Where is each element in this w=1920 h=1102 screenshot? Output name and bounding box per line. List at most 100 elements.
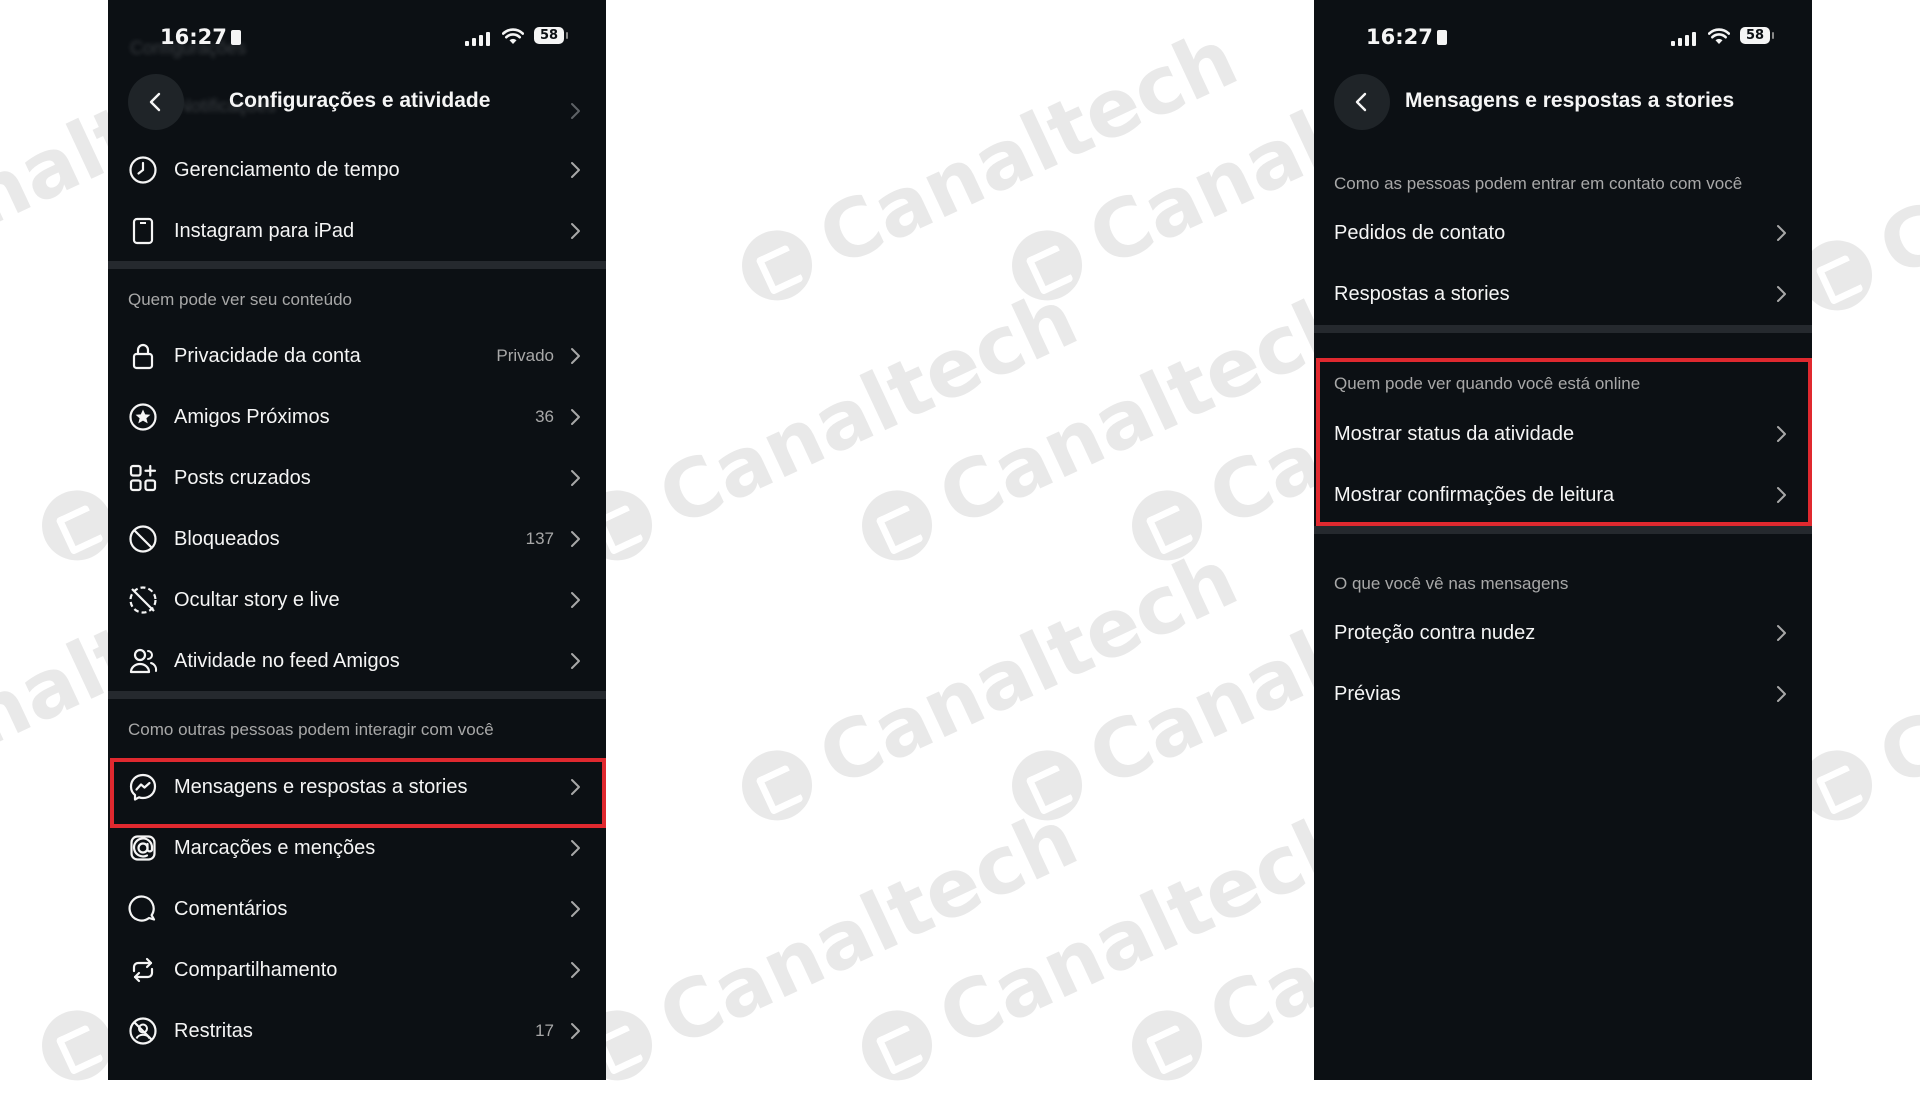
settings-item-label: Proteção contra nudez xyxy=(1334,621,1536,644)
chevron-left-icon xyxy=(149,92,161,112)
lock-icon xyxy=(128,341,158,371)
watermark: Canaltech xyxy=(565,791,1090,1102)
chevron-right-icon xyxy=(571,531,580,547)
chevron-right-icon xyxy=(571,653,580,669)
settings-item-label: Atividade no feed Amigos xyxy=(174,649,400,672)
section-divider xyxy=(1314,526,1812,534)
chevron-right-icon xyxy=(571,901,580,917)
settings-item-label: Respostas a stories xyxy=(1334,282,1510,305)
chevron-left-icon xyxy=(1355,92,1367,112)
back-button[interactable] xyxy=(128,74,184,130)
block-icon xyxy=(128,524,158,554)
section-header: Quem pode ver seu conteúdo xyxy=(128,290,352,309)
header: Mensagens e respostas a stories xyxy=(1314,72,1812,132)
settings-item-restricted[interactable]: Restritas 17 xyxy=(108,1001,606,1061)
back-button[interactable] xyxy=(1334,74,1390,130)
grid-plus-icon xyxy=(128,463,158,493)
messages-settings-screen: 16:27 58 Mensagens e respostas a stories… xyxy=(1314,0,1812,1080)
at-icon xyxy=(128,833,158,863)
settings-item-hide-story[interactable]: Ocultar story e live xyxy=(108,570,606,630)
wifi-icon xyxy=(1708,28,1730,45)
settings-item-value: 137 xyxy=(525,529,554,548)
settings-item-nudity-protection[interactable]: Proteção contra nudez xyxy=(1314,603,1812,663)
chevron-right-icon xyxy=(571,162,580,178)
header: Configurações e atividade xyxy=(108,72,606,132)
highlight-box xyxy=(1316,358,1812,526)
settings-item-friends-feed[interactable]: Atividade no feed Amigos xyxy=(108,631,606,691)
settings-item-ipad[interactable]: Instagram para iPad xyxy=(108,201,606,261)
settings-item-label: Posts cruzados xyxy=(174,466,311,489)
page-title: Mensagens e respostas a stories xyxy=(1405,89,1735,112)
hide-story-icon xyxy=(128,585,158,615)
chevron-right-icon xyxy=(571,409,580,425)
chevron-right-icon xyxy=(571,1023,580,1039)
chevron-right-icon xyxy=(571,348,580,364)
comment-icon xyxy=(128,894,158,924)
settings-screen: Configurações Notificações 16:27 58 Conf… xyxy=(108,0,606,1080)
restrict-icon xyxy=(128,1016,158,1046)
settings-item-value: 17 xyxy=(535,1021,554,1040)
chevron-right-icon xyxy=(1777,225,1786,241)
settings-item-tags-mentions[interactable]: Marcações e menções xyxy=(108,818,606,878)
settings-item-label: Instagram para iPad xyxy=(174,219,355,242)
people-icon xyxy=(128,646,158,676)
watermark: Canaltech xyxy=(845,271,1370,582)
settings-item-value: 36 xyxy=(535,407,554,426)
section-divider xyxy=(108,261,606,269)
chevron-right-icon xyxy=(571,592,580,608)
settings-item-label: Privacidade da conta xyxy=(174,344,361,367)
section-header: O que você vê nas mensagens xyxy=(1334,574,1569,593)
chevron-right-icon xyxy=(1777,686,1786,702)
battery-indicator: 58 xyxy=(1740,27,1774,44)
star-circle-icon xyxy=(128,402,158,432)
watermark: Canaltech xyxy=(845,791,1370,1102)
settings-item-account-privacy[interactable]: Privacidade da conta Privado xyxy=(108,326,606,386)
settings-item-close-friends[interactable]: Amigos Próximos 36 xyxy=(108,387,606,447)
chevron-right-icon xyxy=(571,223,580,239)
settings-item-label: Bloqueados xyxy=(174,527,280,550)
settings-item-sharing[interactable]: Compartilhamento xyxy=(108,940,606,1000)
battery-indicator: 58 xyxy=(534,27,568,44)
settings-item-story-replies[interactable]: Respostas a stories xyxy=(1314,264,1812,324)
wifi-icon xyxy=(502,28,524,45)
clock-icon xyxy=(128,155,158,185)
settings-item-label: Comentários xyxy=(174,897,288,920)
settings-item-time-management[interactable]: Gerenciamento de tempo xyxy=(108,140,606,200)
settings-item-label: Restritas xyxy=(174,1019,253,1042)
section-divider xyxy=(1314,325,1812,333)
watermark: Canaltech xyxy=(725,11,1250,322)
settings-item-label: Compartilhamento xyxy=(174,958,338,981)
settings-item-label: Prévias xyxy=(1334,682,1401,705)
chevron-right-icon xyxy=(571,962,580,978)
chevron-right-icon xyxy=(571,840,580,856)
settings-item-label: Pedidos de contato xyxy=(1334,221,1506,244)
settings-item-message-requests[interactable]: Pedidos de contato xyxy=(1314,203,1812,263)
watermark: Canaltech xyxy=(725,531,1250,842)
status-time: 16:27 xyxy=(160,25,241,49)
section-header: Como outras pessoas podem interagir com … xyxy=(128,720,494,739)
signal-icon xyxy=(1671,32,1696,46)
settings-item-label: Ocultar story e live xyxy=(174,588,340,611)
share-icon xyxy=(128,955,158,985)
settings-item-label: Marcações e menções xyxy=(174,836,376,859)
chevron-right-icon xyxy=(1777,286,1786,302)
settings-item-label: Gerenciamento de tempo xyxy=(174,158,400,181)
chevron-right-icon xyxy=(571,470,580,486)
signal-icon xyxy=(465,32,490,46)
chevron-right-icon xyxy=(1777,625,1786,641)
settings-item-blocked[interactable]: Bloqueados 137 xyxy=(108,509,606,569)
status-pin-icon xyxy=(1436,30,1447,45)
tablet-icon xyxy=(128,216,158,246)
page-title: Configurações e atividade xyxy=(229,89,491,112)
status-bar: 16:27 58 xyxy=(108,22,606,52)
status-bar: 16:27 58 xyxy=(1314,22,1812,52)
section-header: Como as pessoas podem entrar em contato … xyxy=(1334,174,1743,193)
chevron-right-icon xyxy=(571,103,580,119)
settings-item-crossposting[interactable]: Posts cruzados xyxy=(108,448,606,508)
section-divider xyxy=(108,691,606,699)
settings-item-previews[interactable]: Prévias xyxy=(1314,664,1812,724)
watermark: Canaltech xyxy=(565,271,1090,582)
status-pin-icon xyxy=(230,30,241,45)
settings-item-value: Privado xyxy=(496,346,554,365)
settings-item-comments[interactable]: Comentários xyxy=(108,879,606,939)
